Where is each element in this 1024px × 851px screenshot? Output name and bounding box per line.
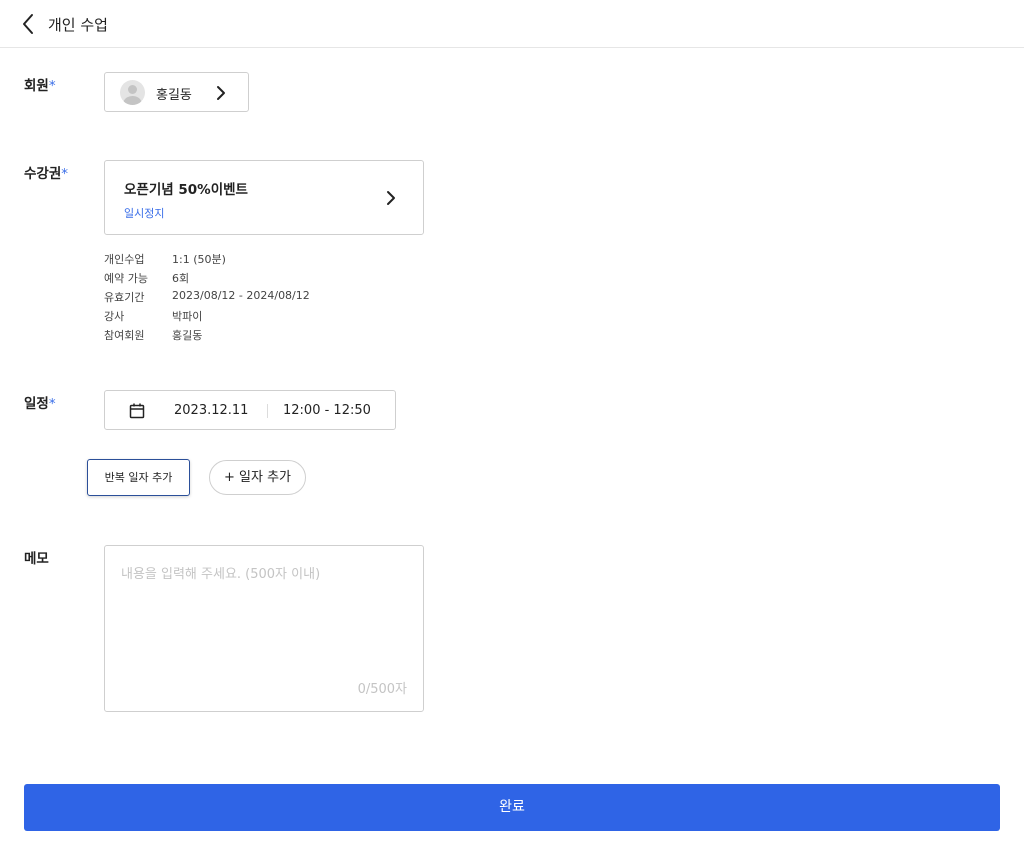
memo-textarea[interactable] [105,546,423,676]
user-silhouette-icon [123,85,142,105]
schedule-field[interactable]: 2023.12.11 12:00 - 12:50 [104,390,396,430]
detail-row: 강사 박파이 [104,308,310,327]
divider [267,404,268,418]
member-name: 홍길동 [156,88,192,103]
required-mark: * [48,78,56,94]
schedule-label: 일정* [24,396,56,412]
submit-button[interactable]: 완료 [24,784,1000,831]
ticket-name: 오픈기념 50%이벤트 [124,182,248,198]
calendar-icon[interactable] [129,403,145,419]
detail-value: 6회 [172,272,190,285]
detail-row: 예약 가능 6회 [104,270,310,289]
chevron-right-icon [387,191,395,205]
ticket-selector[interactable]: 오픈기념 50%이벤트 일시정지 [104,160,424,235]
detail-key: 예약 가능 [104,272,148,285]
required-mark: * [61,166,69,182]
memo-label: 메모 [24,551,49,567]
detail-value: 박파이 [172,310,203,323]
ticket-details: 개인수업 1:1 (50분) 예약 가능 6회 유효기간 2023/08/12 - 2… [104,251,310,346]
add-date-button[interactable]: + 일자 추가 [209,460,306,495]
schedule-time[interactable]: 12:00 - 12:50 [283,403,371,418]
memo-char-counter: 0/500자 [357,682,407,697]
page-title: 개인 수업 [48,16,108,34]
detail-key: 강사 [104,310,125,323]
detail-row: 참여회원 홍길동 [104,327,310,346]
detail-key: 참여회원 [104,329,145,342]
member-selector[interactable]: 홍길동 [104,72,249,112]
chevron-left-icon [23,14,33,34]
member-label: 회원* [24,78,56,94]
detail-row: 유효기간 2023/08/12 - 2024/08/12 [104,289,310,308]
detail-value: 2023/08/12 - 2024/08/12 [172,289,310,302]
ticket-label: 수강권* [24,166,69,182]
detail-key: 유효기간 [104,291,145,304]
avatar [120,80,145,105]
detail-row: 개인수업 1:1 (50분) [104,251,310,270]
top-bar: 개인 수업 [0,0,1024,48]
memo-field[interactable]: 0/500자 [104,545,424,712]
required-mark: * [48,396,56,412]
schedule-date[interactable]: 2023.12.11 [174,403,248,418]
add-repeat-date-button[interactable]: 반복 일자 추가 [87,459,190,496]
detail-key: 개인수업 [104,253,145,266]
back-button[interactable] [18,12,40,36]
ticket-status: 일시정지 [124,207,165,220]
detail-value: 1:1 (50분) [172,253,226,266]
detail-value: 홍길동 [172,329,203,342]
chevron-right-icon [217,86,225,100]
